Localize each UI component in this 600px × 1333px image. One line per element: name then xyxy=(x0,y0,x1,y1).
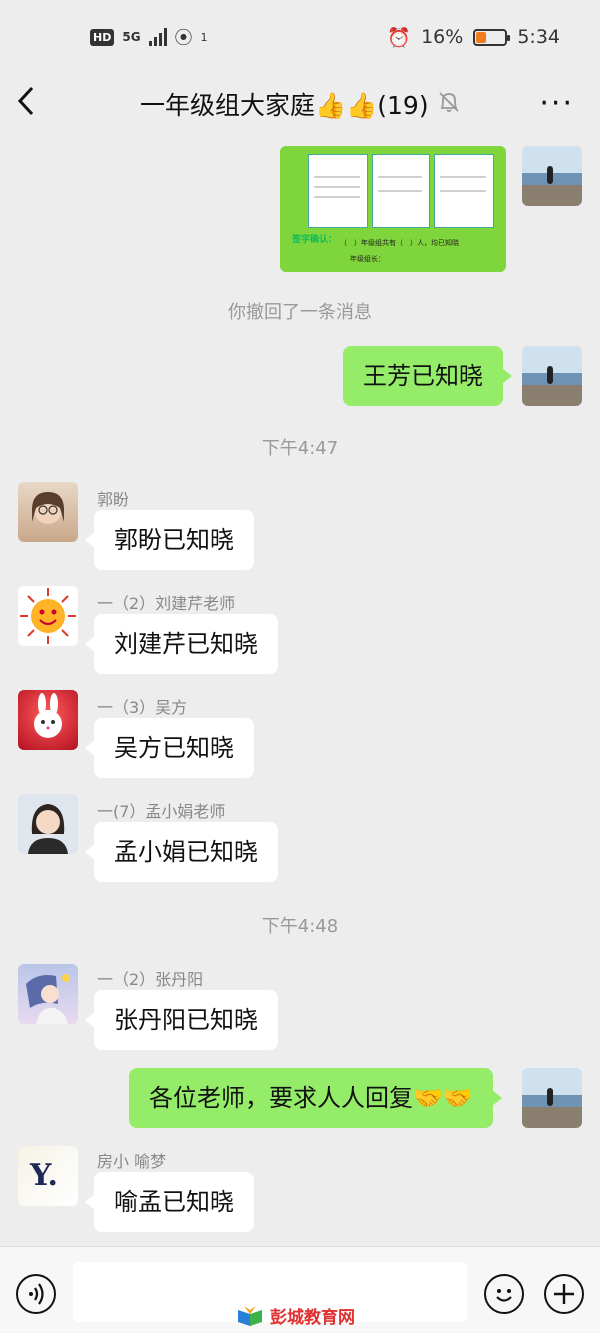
plus-icon[interactable] xyxy=(544,1274,584,1314)
message-bubble[interactable]: 郭盼已知晓 xyxy=(85,510,254,570)
emoji-icon[interactable] xyxy=(484,1274,524,1314)
hotspot-count: 1 xyxy=(200,30,208,44)
status-bar: HD 5G ⦿ 1 ⏰ 16% 5:34 xyxy=(0,0,600,74)
nav-bar: 一年级组大家庭👍👍(19) ··· xyxy=(0,74,600,134)
image-message[interactable]: 签字确认： （ ）年级组共有（ ）人，均已知晓 年级组长： xyxy=(280,146,506,272)
hd-badge: HD xyxy=(90,28,115,46)
avatar[interactable] xyxy=(522,1068,582,1128)
watermark-text: 彭城教育网 xyxy=(270,1308,355,1328)
message-bubble[interactable]: 刘建芹已知晓 xyxy=(85,614,278,674)
sender-name: 一（3）吴方 xyxy=(97,698,188,717)
image-heading: 签字确认： xyxy=(292,235,338,245)
avatar[interactable] xyxy=(18,794,78,854)
bell-off-icon xyxy=(436,89,462,115)
alarm-icon: ⏰ xyxy=(387,26,412,49)
image-line: （ ）年级组共有（ ）人，均已知晓 xyxy=(340,239,459,247)
avatar[interactable]: Y. xyxy=(18,1146,78,1206)
battery-percent: 16% xyxy=(421,26,464,48)
chat-title: 一年级组大家庭👍👍(19) xyxy=(140,91,429,120)
book-icon xyxy=(236,1304,264,1328)
clock: 5:34 xyxy=(517,26,560,48)
avatar[interactable] xyxy=(18,964,78,1024)
message-bubble[interactable]: 喻孟已知晓 xyxy=(85,1172,254,1232)
my-message[interactable]: 各位老师，要求人人回复🤝🤝 xyxy=(129,1068,502,1128)
more-icon[interactable]: ··· xyxy=(539,86,574,121)
avatar[interactable] xyxy=(522,146,582,206)
voice-icon[interactable] xyxy=(16,1274,56,1314)
sender-name: 房小 喻梦 xyxy=(97,1152,167,1171)
timestamp: 下午4:47 xyxy=(261,438,339,459)
avatar[interactable] xyxy=(18,482,78,542)
message-bubble[interactable]: 张丹阳已知晓 xyxy=(85,990,278,1050)
message-bubble[interactable]: 吴方已知晓 xyxy=(85,718,254,778)
timestamp: 下午4:48 xyxy=(261,916,339,937)
message-bubble[interactable]: 孟小娟已知晓 xyxy=(85,822,278,882)
avatar[interactable] xyxy=(18,690,78,750)
avatar-letter: Y. xyxy=(30,1158,58,1193)
avatar[interactable] xyxy=(522,346,582,406)
sender-name: 一（2）刘建芹老师 xyxy=(97,594,236,613)
input-bar: 彭城教育网 xyxy=(0,1246,600,1333)
watermark: 彭城教育网 xyxy=(236,1303,355,1328)
chat-area[interactable]: 签字确认： （ ）年级组共有（ ）人，均已知晓 年级组长： 你撤回了一条消息 王… xyxy=(0,134,600,1246)
signal-icon xyxy=(148,28,167,46)
sender-name: 郭盼 xyxy=(97,490,130,509)
image-sign: 年级组长： xyxy=(350,255,385,263)
sender-name: 一(7）孟小娟老师 xyxy=(97,802,226,821)
my-message[interactable]: 王芳已知晓 xyxy=(343,346,512,406)
network-label: 5G xyxy=(122,30,141,44)
hotspot-icon: ⦿ xyxy=(174,28,193,49)
battery-icon xyxy=(473,28,511,46)
sender-name: 一（2）张丹阳 xyxy=(97,970,204,989)
chevron-left-icon[interactable] xyxy=(14,84,54,124)
avatar[interactable] xyxy=(18,586,78,646)
recall-notice: 你撤回了一条消息 xyxy=(228,302,372,323)
